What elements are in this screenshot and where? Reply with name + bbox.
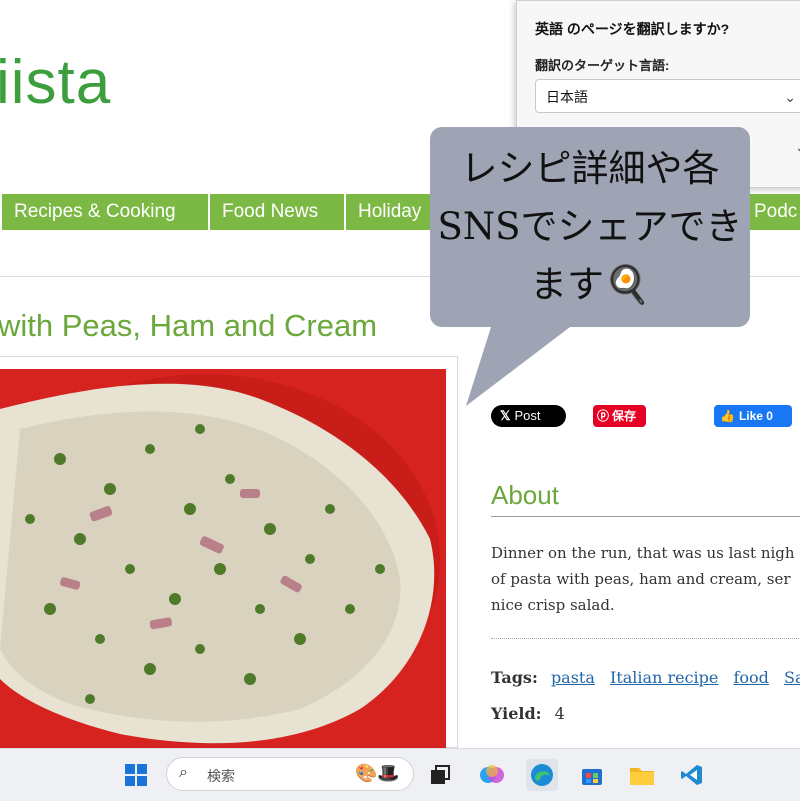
task-view-icon[interactable] <box>424 759 456 791</box>
search-placeholder: 検索 <box>207 768 235 784</box>
about-description: Dinner on the run, that was us last nigh… <box>491 540 800 618</box>
vscode-icon[interactable] <box>676 759 708 791</box>
tags-label: Tags: <box>491 668 538 687</box>
taskbar-search-input[interactable]: ⌕ 検索 🎨🎩 <box>166 757 414 791</box>
description-line: nice crisp salad. <box>491 596 615 614</box>
edge-icon[interactable] <box>526 759 558 791</box>
tag-link[interactable]: Sauc <box>784 668 800 687</box>
description-line: of pasta with peas, ham and cream, ser <box>491 570 791 588</box>
tag-link[interactable]: pasta <box>551 668 595 687</box>
search-highlight-icon: 🎨🎩 <box>355 763 400 783</box>
file-explorer-icon[interactable] <box>626 759 658 791</box>
windows-taskbar: ⌕ 検索 🎨🎩 <box>0 748 800 801</box>
web-page: iista Recipes & Cooking Food News Holida… <box>0 0 800 748</box>
search-icon: ⌕ <box>179 764 188 781</box>
divider <box>491 638 800 639</box>
store-icon[interactable] <box>576 759 608 791</box>
yield-value: 4 <box>554 704 565 723</box>
tag-link[interactable]: Italian recipe <box>610 668 718 687</box>
tooltip-text: レシピ詳細や各SNSでシェアできます🍳 <box>437 147 743 306</box>
tags-row: Tags: pasta Italian recipe food Sauc <box>491 668 800 687</box>
yield-row: Yield: 4 <box>491 704 565 723</box>
yield-label: Yield: <box>491 704 542 723</box>
copilot-icon[interactable] <box>476 759 508 791</box>
divider <box>491 516 800 517</box>
about-heading: About <box>491 480 559 510</box>
description-line: Dinner on the run, that was us last nigh <box>491 544 795 562</box>
windows-start-icon[interactable] <box>120 759 152 791</box>
tag-link[interactable]: food <box>733 668 768 687</box>
